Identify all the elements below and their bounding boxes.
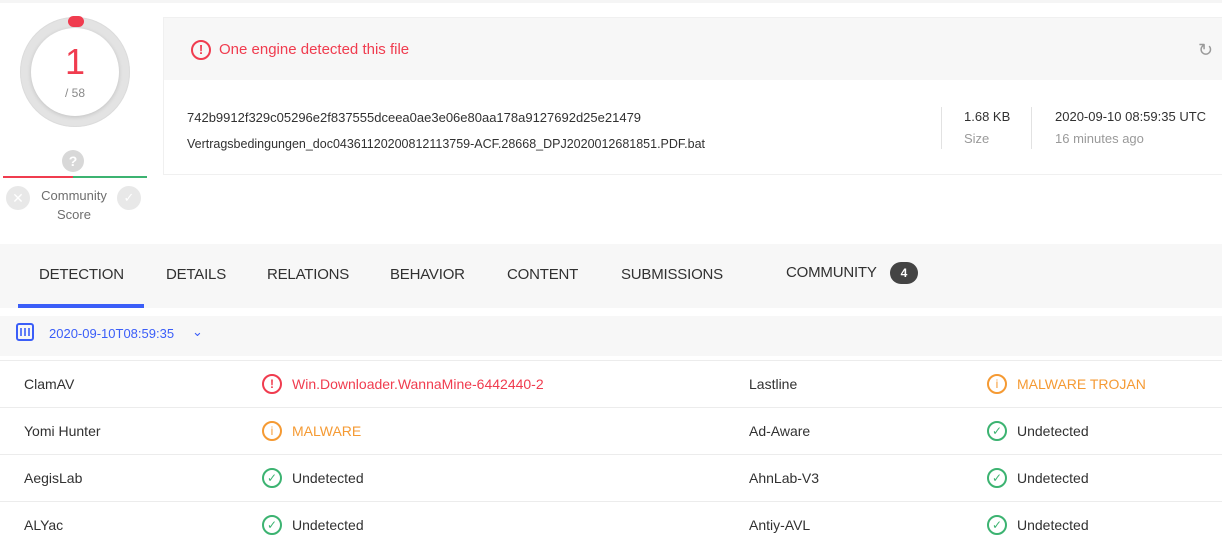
table-row: Yomi Hunter i MALWARE Ad-Aware ✓ Undetected xyxy=(0,407,1222,454)
file-hash[interactable]: 742b9912f329c05296e2f837555dceea0ae3e06e… xyxy=(187,110,641,125)
detection-score-widget: 1 / 58 ? ✕ Community Score ✓ xyxy=(0,0,150,230)
vote-harmless-icon[interactable]: ✓ xyxy=(117,186,141,210)
score-circle: 1 / 58 xyxy=(31,28,119,116)
alert-icon: ! xyxy=(262,374,282,394)
detection-results-table: ClamAV! Win.Downloader.WannaMine-6442440-… xyxy=(0,360,1222,548)
active-tab-indicator xyxy=(18,304,144,308)
engine-name: AhnLab-V3 xyxy=(749,470,820,486)
check-icon: ✓ xyxy=(987,421,1007,441)
vote-malicious-icon[interactable]: ✕ xyxy=(6,186,30,210)
reload-icon[interactable]: ↻ xyxy=(1198,40,1218,60)
file-size-label: Size xyxy=(964,131,990,146)
detection-result: Win.Downloader.WannaMine-6442440-2 xyxy=(292,376,544,392)
check-icon: ✓ xyxy=(987,515,1007,535)
tab-behavior[interactable]: BEHAVIOR xyxy=(390,266,465,283)
detection-result: Undetected xyxy=(292,517,364,533)
engine-name: ClamAV xyxy=(24,376,75,392)
community-malicious-bar xyxy=(3,176,73,178)
check-icon: ✓ xyxy=(262,515,282,535)
analysis-date-value: 2020-09-10 08:59:35 UTC xyxy=(1055,109,1207,124)
analysis-date-selected[interactable]: 2020-09-10T08:59:35 xyxy=(49,326,174,341)
engine-name: Ad-Aware xyxy=(749,423,811,439)
detection-result: Undetected xyxy=(292,470,364,486)
table-row: ClamAV! Win.Downloader.WannaMine-6442440-… xyxy=(0,360,1222,407)
score-ring-marker xyxy=(68,16,84,27)
community-count-badge: 4 xyxy=(890,262,918,284)
check-icon: ✓ xyxy=(262,468,282,488)
detection-result: MALWARE xyxy=(292,423,362,439)
tab-bar: DETECTION DETAILS RELATIONS BEHAVIOR CON… xyxy=(0,244,1222,308)
detection-count: 1 xyxy=(64,41,86,82)
question-icon: ? xyxy=(62,150,84,172)
divider xyxy=(1031,107,1032,149)
table-row: AegisLab ✓ Undetected AhnLab-V3 ✓ Undetected xyxy=(0,454,1222,501)
info-icon: i xyxy=(262,421,282,441)
alert-icon: ! xyxy=(191,40,211,60)
table-row: ALYac ✓ Undetected Antiy-AVL ✓ Undetected xyxy=(0,501,1222,548)
tab-detection[interactable]: DETECTION xyxy=(39,266,124,283)
tab-content[interactable]: CONTENT xyxy=(507,266,578,283)
engine-name: AegisLab xyxy=(24,470,83,486)
analysis-date-relative: 16 minutes ago xyxy=(1055,131,1144,146)
tab-community[interactable]: COMMUNITY xyxy=(786,264,877,281)
file-name: Vertragsbedingungen_doc04361120200812113… xyxy=(187,137,706,151)
calendar-icon xyxy=(16,323,34,341)
tab-submissions[interactable]: SUBMISSIONS xyxy=(621,266,723,283)
alert-banner: ! One engine detected this file ↻ xyxy=(164,18,1222,80)
engine-name: ALYac xyxy=(24,517,64,533)
analysis-date-selector[interactable]: 2020-09-10T08:59:35 ⌄ xyxy=(0,316,1222,356)
detection-result: MALWARE TROJAN xyxy=(1017,376,1146,392)
community-score-label-line1: Community xyxy=(41,188,107,203)
file-summary-card: ! One engine detected this file ↻ 742b99… xyxy=(163,17,1222,175)
community-score-label: Community Score xyxy=(30,186,118,224)
engine-name: Lastline xyxy=(749,376,798,392)
detection-result: Undetected xyxy=(1017,423,1089,439)
chevron-down-icon[interactable]: ⌄ xyxy=(192,324,203,340)
divider xyxy=(941,107,942,149)
community-score-label-line2: Score xyxy=(57,207,91,222)
alert-text: One engine detected this file xyxy=(219,41,410,58)
engine-name: Antiy-AVL xyxy=(749,517,811,533)
detection-result: Undetected xyxy=(1017,517,1089,533)
engine-name: Yomi Hunter xyxy=(24,423,101,439)
info-icon: i xyxy=(987,374,1007,394)
top-divider xyxy=(0,0,1222,3)
tab-details[interactable]: DETAILS xyxy=(166,266,226,283)
community-harmless-bar xyxy=(73,176,147,178)
check-icon: ✓ xyxy=(987,468,1007,488)
file-size-value: 1.68 KB xyxy=(964,109,1011,124)
tab-relations[interactable]: RELATIONS xyxy=(267,266,349,283)
engine-total: / 58 xyxy=(64,86,85,100)
detection-result: Undetected xyxy=(1017,470,1089,486)
